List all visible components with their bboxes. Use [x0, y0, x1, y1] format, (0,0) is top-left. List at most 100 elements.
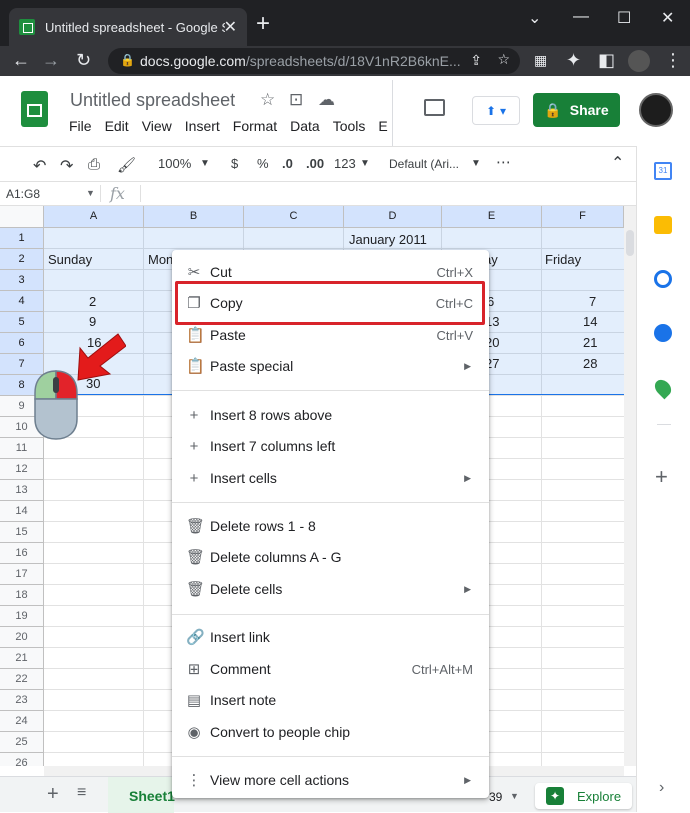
close-tab-icon[interactable]: ✕ — [224, 17, 237, 37]
url-input[interactable]: 🔒 docs.google.com/spreadsheets/d/18V1nR2… — [108, 48, 520, 74]
keep-icon[interactable] — [654, 216, 672, 234]
menu-item-insert-columns[interactable]: + Insert 7 columns left — [172, 431, 489, 461]
profile-avatar[interactable] — [628, 50, 650, 72]
vertical-scrollbar[interactable] — [624, 206, 636, 766]
document-title[interactable]: Untitled spreadsheet — [70, 90, 235, 111]
row-header[interactable]: 11 — [0, 438, 44, 459]
menu-extensions[interactable]: E — [378, 118, 387, 134]
menu-item-paste-special[interactable]: 📋 Paste special ▶ — [172, 351, 489, 381]
col-header-b[interactable]: B — [144, 206, 244, 228]
cloud-status-icon[interactable]: ☁ — [318, 90, 335, 110]
cell-f6[interactable]: 21 — [583, 335, 597, 350]
row-header[interactable]: 18 — [0, 585, 44, 606]
account-avatar[interactable] — [639, 93, 673, 127]
menu-view[interactable]: View — [142, 118, 172, 134]
name-box[interactable]: A1:G8 — [6, 187, 40, 201]
col-header-c[interactable]: C — [244, 206, 344, 228]
minimize-icon[interactable]: — — [573, 8, 589, 26]
percent-button[interactable]: % — [257, 156, 269, 171]
row-header[interactable]: 3 — [0, 270, 44, 291]
row-header[interactable]: 12 — [0, 459, 44, 480]
row-header[interactable]: 23 — [0, 690, 44, 711]
print-icon[interactable]: ⎙ — [88, 156, 100, 173]
row-header[interactable]: 13 — [0, 480, 44, 501]
menu-edit[interactable]: Edit — [105, 118, 129, 134]
paint-format-icon[interactable]: 🖌 — [117, 156, 136, 174]
cell-b2[interactable]: Mon — [148, 252, 173, 267]
cell-f5[interactable]: 14 — [583, 314, 597, 329]
menu-item-comment[interactable]: ⊞ Comment Ctrl+Alt+M — [172, 654, 489, 684]
menu-insert[interactable]: Insert — [185, 118, 220, 134]
menu-item-more-actions[interactable]: ⋮ View more cell actions ▶ — [172, 765, 489, 795]
cell-a2[interactable]: Sunday — [48, 252, 92, 267]
more-icon[interactable]: ⋯ — [496, 153, 511, 171]
menu-tools[interactable]: Tools — [333, 118, 366, 134]
currency-button[interactable]: $ — [231, 156, 238, 171]
tasks-icon[interactable] — [654, 270, 672, 288]
scrollbar-thumb[interactable] — [626, 230, 634, 256]
menu-item-people-chip[interactable]: ◉ Convert to people chip — [172, 717, 489, 747]
col-header-a[interactable]: A — [44, 206, 144, 228]
browser-tab[interactable]: Untitled spreadsheet - Google Sh ✕ — [9, 8, 247, 46]
menu-item-delete-cells[interactable]: 🗑 Delete cells ▶ — [172, 574, 489, 604]
reload-icon[interactable]: ↻ — [76, 50, 91, 71]
move-folder-icon[interactable]: ⊡ — [289, 90, 303, 110]
menu-item-delete-rows[interactable]: 🗑 Delete rows 1 - 8 — [172, 511, 489, 541]
cell-f2[interactable]: Friday — [545, 252, 581, 267]
menu-item-insert-cells[interactable]: + Insert cells ▶ — [172, 463, 489, 493]
menu-item-delete-columns[interactable]: 🗑 Delete columns A - G — [172, 542, 489, 572]
close-window-icon[interactable]: ✕ — [661, 8, 674, 28]
row-header[interactable]: 22 — [0, 669, 44, 690]
row-header[interactable]: 25 — [0, 732, 44, 753]
present-button[interactable]: ⬆ ▾ — [472, 96, 520, 125]
comment-history-icon[interactable] — [424, 99, 445, 116]
sheets-logo-icon[interactable] — [21, 91, 48, 127]
extension-icon[interactable]: ▦ — [534, 52, 547, 69]
cell-f7[interactable]: 28 — [583, 356, 597, 371]
row-header[interactable]: 21 — [0, 648, 44, 669]
zoom-dropdown-icon[interactable]: ▼ — [200, 158, 210, 169]
sum-dropdown-icon[interactable]: ▼ — [510, 791, 519, 801]
collapse-toolbar-icon[interactable]: ⌃ — [611, 153, 624, 173]
row-header[interactable]: 1 — [0, 228, 44, 249]
contacts-icon[interactable] — [654, 324, 672, 342]
row-header[interactable]: 17 — [0, 564, 44, 585]
row-header[interactable]: 19 — [0, 606, 44, 627]
menu-item-insert-link[interactable]: 🔗 Insert link — [172, 622, 489, 652]
add-sheet-icon[interactable]: + — [47, 783, 59, 806]
menu-format[interactable]: Format — [233, 118, 277, 134]
row-header[interactable]: 6 — [0, 333, 44, 354]
sum-indicator[interactable]: 39 — [489, 790, 502, 804]
maps-icon[interactable] — [651, 376, 675, 400]
cell-f4[interactable]: 7 — [589, 294, 596, 309]
sheet-tab-active[interactable]: Sheet1 — [108, 777, 175, 813]
row-header[interactable]: 20 — [0, 627, 44, 648]
col-header-e[interactable]: E — [442, 206, 542, 228]
all-sheets-icon[interactable]: ≡ — [77, 784, 86, 802]
cell-d1[interactable]: January 2011 — [349, 232, 427, 247]
select-all-corner[interactable] — [0, 206, 44, 228]
undo-icon[interactable]: ↶ — [33, 156, 46, 176]
menu-item-insert-note[interactable]: ▤ Insert note — [172, 685, 489, 715]
side-panel-icon[interactable]: ◧ — [598, 50, 615, 71]
font-dropdown-icon[interactable]: ▼ — [471, 158, 481, 169]
increase-decimal-button[interactable]: .00 — [306, 156, 324, 171]
get-addons-icon[interactable]: + — [655, 464, 668, 490]
menu-item-insert-rows[interactable]: + Insert 8 rows above — [172, 400, 489, 430]
star-icon[interactable]: ☆ — [260, 90, 275, 110]
col-header-f[interactable]: F — [542, 206, 624, 228]
row-header[interactable]: 2 — [0, 249, 44, 270]
row-header[interactable]: 4 — [0, 291, 44, 312]
puzzle-icon[interactable]: ✦ — [566, 50, 581, 71]
col-header-d[interactable]: D — [344, 206, 442, 228]
expand-panel-icon[interactable]: › — [659, 779, 664, 797]
namebox-dropdown-icon[interactable]: ▼ — [86, 188, 95, 198]
row-header[interactable]: 24 — [0, 711, 44, 732]
row-header[interactable]: 15 — [0, 522, 44, 543]
forward-icon[interactable]: → — [42, 50, 60, 71]
more-formats-button[interactable]: 123 — [334, 156, 356, 171]
calendar-icon[interactable]: 31 — [654, 162, 672, 180]
browser-menu-icon[interactable]: ⋮ — [664, 50, 682, 71]
bookmark-star-icon[interactable]: ☆ — [497, 51, 510, 68]
formats-dropdown-icon[interactable]: ▼ — [360, 158, 370, 169]
